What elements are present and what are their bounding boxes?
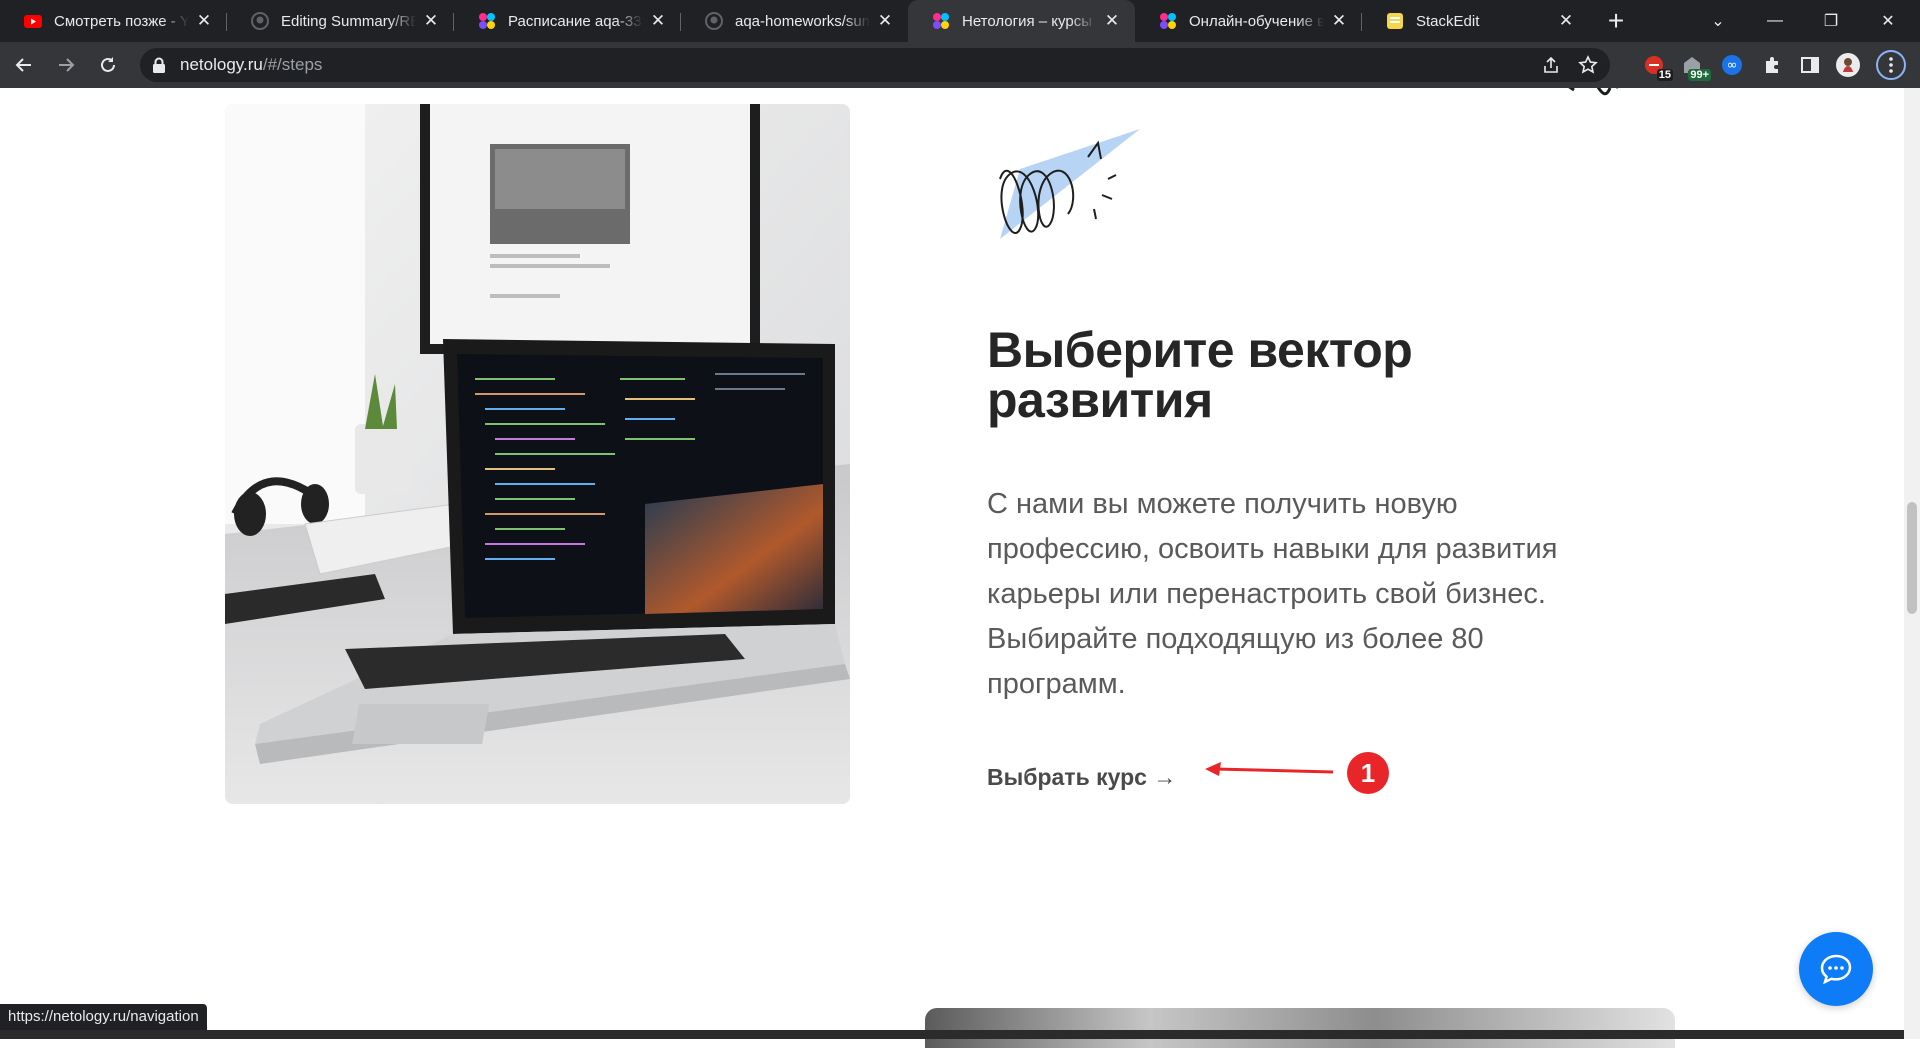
close-window-button[interactable]: ✕: [1860, 0, 1916, 42]
tab-netology-active[interactable]: Нетология – курсы и ✕: [908, 0, 1135, 42]
github-icon: [705, 12, 723, 30]
heading-line-1: Выберите вектор: [987, 322, 1413, 378]
tab-title: Смотреть позже - YouTube: [54, 12, 189, 30]
close-icon[interactable]: ✕: [649, 11, 667, 30]
forward-button[interactable]: [48, 47, 84, 83]
netology-icon: [1159, 12, 1177, 30]
address-bar[interactable]: netology.ru/#/steps: [140, 48, 1610, 82]
link-status-bar: https://netology.ru/navigation: [0, 1004, 207, 1030]
tab-github-homeworks[interactable]: aqa-homeworks/summary ✕: [681, 0, 908, 42]
netology-icon: [478, 12, 496, 30]
heading-line-2: развития: [987, 372, 1213, 428]
close-icon[interactable]: ✕: [876, 11, 894, 30]
arrow-right-icon: [59, 58, 75, 72]
new-tab-button[interactable]: +: [1597, 2, 1635, 40]
extension-badge: 15: [1656, 69, 1673, 81]
back-button[interactable]: [6, 47, 42, 83]
annotation-arrow: 1: [1205, 752, 1389, 794]
chat-bubble-icon: [1820, 954, 1852, 984]
restore-button[interactable]: ❐: [1803, 0, 1859, 42]
close-icon[interactable]: ✕: [1103, 11, 1121, 30]
tab-title: Editing Summary/README: [281, 12, 416, 30]
choose-course-link[interactable]: Выбрать курс →: [987, 764, 1176, 791]
tab-online-learning[interactable]: Онлайн-обучение в ✕: [1135, 0, 1362, 42]
tab-title: Расписание aqa-33 А: [508, 12, 643, 30]
extension-badge: 99+: [1688, 69, 1711, 81]
minimize-button[interactable]: —: [1747, 0, 1803, 42]
stackedit-icon: [1386, 12, 1404, 30]
url-path: /#/steps: [262, 55, 323, 74]
bookmark-star-icon[interactable]: [1578, 55, 1598, 80]
share-icon[interactable]: [1542, 56, 1560, 79]
tab-youtube[interactable]: Смотреть позже - YouTube ✕: [0, 0, 227, 42]
tab-github-editing[interactable]: Editing Summary/README ✕: [227, 0, 454, 42]
infinity-extension-icon[interactable]: ∞: [1715, 48, 1749, 82]
chat-button[interactable]: [1799, 932, 1873, 1006]
annotation-marker-number: 1: [1361, 758, 1375, 788]
extension-blocker-icon[interactable]: 15: [1637, 48, 1673, 82]
github-icon: [251, 12, 269, 30]
youtube-icon: [24, 12, 42, 30]
tab-search-chevron-icon[interactable]: ⌄: [1690, 0, 1746, 42]
page-content: Выберите вектор развития С нами вы может…: [0, 88, 1904, 1039]
spring-arrow-illustration-icon: [999, 129, 1140, 239]
puzzle-extensions-icon[interactable]: [1755, 48, 1789, 82]
decorative-scribble: [1568, 88, 1618, 96]
scrollbar-thumb[interactable]: [1907, 502, 1917, 614]
lock-icon: [153, 57, 165, 73]
reload-icon: [101, 57, 115, 72]
section-description: С нами вы можете получить новую професси…: [987, 488, 1558, 700]
os-taskbar-edge: [0, 1030, 1904, 1039]
section-heading: Выберите вектор развития: [987, 325, 1507, 425]
extension-counter-icon[interactable]: 99+: [1675, 48, 1711, 82]
url-host: netology.ru: [180, 55, 263, 74]
tab-strip: Смотреть позже - YouTube ✕ Editing Summa…: [0, 0, 1920, 42]
tab-title: Онлайн-обучение в: [1189, 12, 1324, 30]
next-section-image: [925, 1008, 1675, 1048]
tab-title: Нетология – курсы и: [962, 12, 1097, 30]
chrome-menu-icon[interactable]: [1876, 50, 1906, 80]
tab-title: aqa-homeworks/summary: [735, 12, 870, 30]
tab-title: StackEdit: [1416, 12, 1480, 30]
arrow-left-icon: [15, 58, 31, 72]
reload-button[interactable]: [90, 47, 126, 83]
tab-stackedit[interactable]: StackEdit ✕: [1362, 0, 1589, 42]
page-scrollbar[interactable]: [1904, 88, 1920, 1039]
close-icon[interactable]: ✕: [195, 11, 213, 30]
netology-icon: [932, 12, 950, 30]
laptop-photo: [225, 104, 850, 804]
close-icon[interactable]: ✕: [1557, 11, 1575, 30]
svg-text:∞: ∞: [1727, 58, 1738, 73]
profile-avatar[interactable]: [1831, 48, 1865, 82]
close-icon[interactable]: ✕: [422, 11, 440, 30]
side-panel-icon[interactable]: [1793, 48, 1827, 82]
close-icon[interactable]: ✕: [1330, 11, 1348, 30]
tab-schedule[interactable]: Расписание aqa-33 А ✕: [454, 0, 681, 42]
browser-toolbar: netology.ru/#/steps 15 99+ ∞: [0, 42, 1920, 88]
